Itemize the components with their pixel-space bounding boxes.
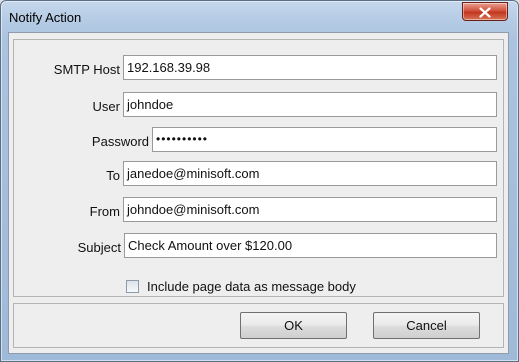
to-row: To janedoe@minisoft.com xyxy=(14,161,503,189)
from-label: From xyxy=(89,204,120,219)
ok-mnemonic: O xyxy=(284,318,295,333)
close-button[interactable] xyxy=(462,2,508,21)
ok-label-rest: K xyxy=(294,318,303,333)
cancel-mnemonic: C xyxy=(406,318,416,333)
password-row: Password •••••••••• xyxy=(14,127,503,155)
include-page-data-checkbox[interactable] xyxy=(126,280,139,293)
subject-label: Subject xyxy=(77,240,121,255)
user-label: User xyxy=(92,99,120,114)
password-field[interactable]: •••••••••• xyxy=(152,127,497,152)
smtp-host-field[interactable]: 192.168.39.98 xyxy=(123,55,497,80)
close-x-icon xyxy=(479,7,491,18)
button-bar: OK Cancel xyxy=(13,303,504,348)
title-bar[interactable]: Notify Action xyxy=(1,1,518,35)
dialog-client-area: SMTP Host 192.168.39.98 User johndoe Pas… xyxy=(8,32,509,354)
subject-field[interactable]: Check Amount over $120.00 xyxy=(124,233,497,258)
include-page-data-option[interactable]: Include page data as message body xyxy=(126,279,426,297)
include-page-data-label[interactable]: Include page data as message body xyxy=(147,279,356,294)
window-title: Notify Action xyxy=(9,10,82,25)
cancel-label-rest: ancel xyxy=(415,318,447,333)
from-row: From johndoe@minisoft.com xyxy=(14,197,503,225)
cancel-button[interactable]: Cancel xyxy=(373,312,480,339)
to-label: To xyxy=(106,168,120,183)
notify-action-dialog: Notify Action SMTP Host 192.168.39.98 Us… xyxy=(0,0,519,362)
from-field[interactable]: johndoe@minisoft.com xyxy=(123,197,497,222)
form-panel: SMTP Host 192.168.39.98 User johndoe Pas… xyxy=(13,39,504,297)
password-label: Password xyxy=(91,134,149,149)
smtp-host-row: SMTP Host 192.168.39.98 xyxy=(14,55,503,83)
smtp-host-label: SMTP Host xyxy=(53,62,120,77)
user-field[interactable]: johndoe xyxy=(123,92,497,117)
user-row: User johndoe xyxy=(14,92,503,120)
subject-row: Subject Check Amount over $120.00 xyxy=(14,233,503,261)
ok-button[interactable]: OK xyxy=(240,312,347,339)
to-field[interactable]: janedoe@minisoft.com xyxy=(123,161,497,186)
